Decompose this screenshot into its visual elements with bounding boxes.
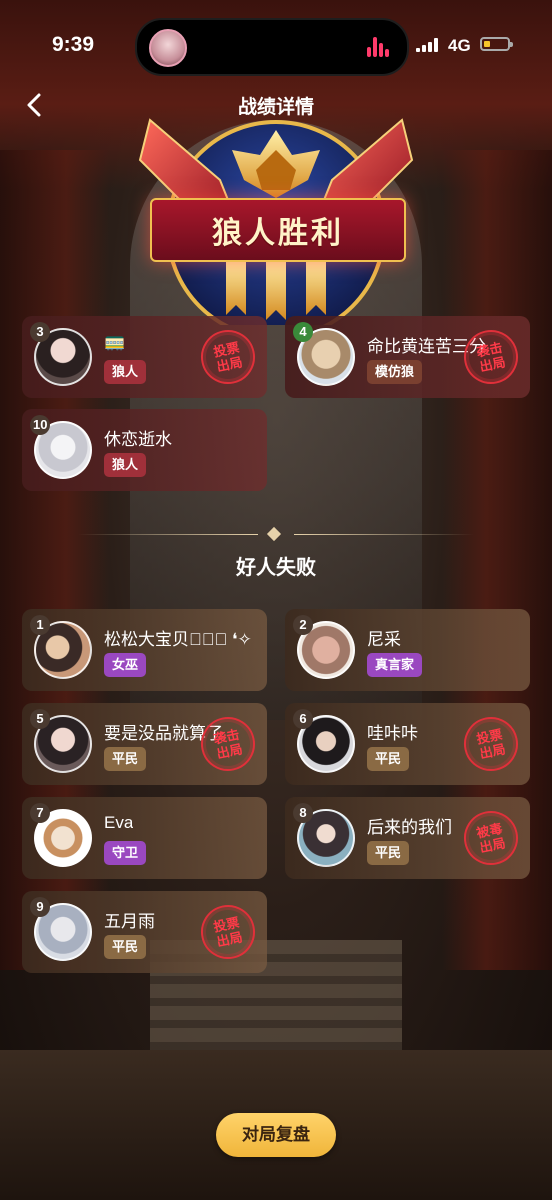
- victory-emblem: 狼人胜利: [130, 110, 422, 325]
- battery-icon: [480, 37, 513, 51]
- elimination-stamp: 被毒 出局: [458, 805, 524, 871]
- seat-number: 2: [293, 615, 313, 635]
- player-name: 哇咔咔: [367, 724, 418, 743]
- seat-number: 6: [293, 709, 313, 729]
- dynamic-island[interactable]: [135, 18, 409, 76]
- victory-banner: 狼人胜利: [150, 198, 406, 262]
- section-divider: [78, 526, 474, 542]
- status-time: 9:39: [52, 33, 95, 56]
- status-bar: 9:39 4G: [0, 0, 552, 90]
- network-type: 4G: [448, 36, 471, 55]
- player-card[interactable]: 5 要是没品就算了 平民 袭击 出局: [22, 703, 267, 785]
- good-team-title: 好人失败: [236, 557, 316, 579]
- player-card[interactable]: 7 Eva 守卫: [22, 797, 267, 879]
- role-badge: 平民: [104, 747, 147, 771]
- player-card[interactable]: 10 休恋逝水 狼人: [22, 409, 267, 491]
- player-card[interactable]: 2 尼采 真言家: [285, 609, 530, 691]
- elimination-stamp: 投票 出局: [195, 899, 261, 965]
- seat-number: 3: [30, 322, 50, 342]
- player-card[interactable]: 4 命比黄连苦三分 模仿狼 袭击 出局: [285, 316, 530, 398]
- player-name: 五月雨: [104, 912, 155, 931]
- role-badge: 平民: [367, 747, 410, 771]
- victory-text: 狼人胜利: [212, 217, 344, 250]
- player-name: Eva: [104, 813, 134, 832]
- role-badge: 狼人: [104, 360, 147, 384]
- now-playing-avatar: [149, 29, 187, 67]
- role-badge: 真言家: [367, 653, 423, 677]
- audio-wave-icon: [367, 35, 389, 57]
- seat-number: 9: [30, 897, 50, 917]
- player-name: 休恋逝水: [104, 430, 172, 449]
- role-badge: 模仿狼: [367, 360, 423, 384]
- elimination-stamp: 投票 出局: [458, 711, 524, 777]
- role-badge: 守卫: [104, 841, 147, 865]
- player-card[interactable]: 8 后来的我们 平民 被毒 出局: [285, 797, 530, 879]
- player-card[interactable]: 3 🚃 狼人 投票 出局: [22, 316, 267, 398]
- role-badge: 平民: [367, 841, 410, 865]
- player-name: 后来的我们: [367, 818, 452, 837]
- seat-number: 4: [293, 322, 313, 342]
- player-card[interactable]: 9 五月雨 平民 投票 出局: [22, 891, 267, 973]
- elimination-stamp: 投票 出局: [195, 324, 261, 390]
- seat-number: 7: [30, 803, 50, 823]
- player-name: 松松大宝贝❛⃘⃘ ❛✧: [104, 630, 252, 649]
- role-badge: 女巫: [104, 653, 147, 677]
- player-name: 🚃: [104, 332, 126, 351]
- role-badge: 狼人: [104, 453, 147, 477]
- signal-icon: [416, 38, 440, 52]
- seat-number: 1: [30, 615, 50, 635]
- player-card[interactable]: 6 哇咔咔 平民 投票 出局: [285, 703, 530, 785]
- role-badge: 平民: [104, 935, 147, 959]
- player-name: 尼采: [367, 630, 401, 649]
- seat-number: 8: [293, 803, 313, 823]
- replay-button[interactable]: 对局复盘: [216, 1113, 336, 1157]
- seat-number: 5: [30, 709, 50, 729]
- player-card[interactable]: 1 松松大宝贝❛⃘⃘ ❛✧ 女巫: [22, 609, 267, 691]
